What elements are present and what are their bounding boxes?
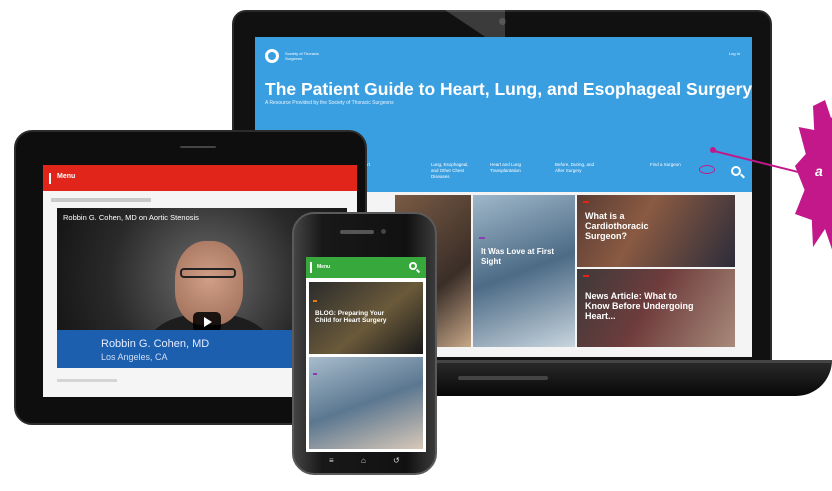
tile-tag xyxy=(479,237,485,239)
article-card[interactable] xyxy=(309,357,423,449)
article-tile[interactable]: What is a Cardiothoracic Surgeon? xyxy=(577,195,735,267)
article-card[interactable]: BLOG: Preparing Your Child for Heart Sur… xyxy=(309,282,423,354)
site-logo-icon[interactable] xyxy=(265,49,279,63)
tile-title: News Article: What to Know Before Underg… xyxy=(585,291,694,321)
menu-label[interactable]: Menu xyxy=(57,173,75,180)
menu-icon[interactable] xyxy=(49,173,51,184)
tablet-menu-bar[interactable]: Menu xyxy=(43,165,357,191)
article-tile[interactable]: It Was Love at First Sight xyxy=(473,195,575,347)
nav-item-surgery[interactable]: Before, During, and After Surgery xyxy=(555,162,595,174)
play-button[interactable] xyxy=(193,312,221,332)
page-title: The Patient Guide to Heart, Lung, and Es… xyxy=(265,79,752,99)
page-subtitle: A Resource Provided by the Society of Th… xyxy=(265,100,394,106)
breadcrumb xyxy=(51,198,151,202)
callout-burst xyxy=(795,100,832,250)
callout-text: a xyxy=(815,163,823,179)
menu-icon[interactable] xyxy=(310,262,312,273)
phone-menu-bar[interactable]: Menu xyxy=(306,257,426,278)
search-icon[interactable] xyxy=(731,166,741,176)
phone-camera xyxy=(381,229,386,234)
tablet-speaker xyxy=(180,146,216,148)
video-speaker-name: Robbin G. Cohen, MD xyxy=(101,338,210,350)
nav-item-lung[interactable]: Lung, Esophageal, and Other Chest Diseas… xyxy=(431,162,471,180)
tile-title: It Was Love at First Sight xyxy=(481,247,555,266)
recent-apps-icon[interactable]: ↺ xyxy=(393,456,400,465)
phone-screen: Menu BLOG: Preparing Your Child for Hear… xyxy=(306,257,426,452)
text-line xyxy=(57,379,117,382)
login-link[interactable]: Log In xyxy=(729,51,740,56)
laptop-hinge xyxy=(458,376,548,380)
video-title: Robbin G. Cohen, MD on Aortic Stenosis xyxy=(63,213,199,222)
phone-speaker xyxy=(340,230,374,234)
glasses-icon xyxy=(180,268,236,278)
nav-item-transplant[interactable]: Heart and Lung Transplantation xyxy=(490,162,530,174)
menu-label[interactable]: Menu xyxy=(317,264,330,270)
search-icon[interactable] xyxy=(409,262,417,270)
card-tag xyxy=(313,373,317,375)
home-icon[interactable]: ⌂ xyxy=(361,456,366,465)
tile-title: What is a Cardiothoracic Surgeon? xyxy=(585,211,649,241)
back-icon[interactable]: ≡ xyxy=(329,456,334,465)
video-speaker-location: Los Angeles, CA xyxy=(101,352,168,362)
nav-item-find-surgeon[interactable]: Find a Surgeon xyxy=(650,162,690,168)
article-tile[interactable]: News Article: What to Know Before Underg… xyxy=(577,269,735,347)
card-title: BLOG: Preparing Your Child for Heart Sur… xyxy=(315,310,387,324)
callout-pointer-dot xyxy=(710,147,716,153)
callout-highlight-circle xyxy=(699,165,715,174)
tile-tag xyxy=(583,201,589,203)
card-tag xyxy=(313,300,317,302)
tile-tag xyxy=(583,275,589,277)
site-logo-text: Society of Thoracic Surgeons xyxy=(285,51,319,61)
